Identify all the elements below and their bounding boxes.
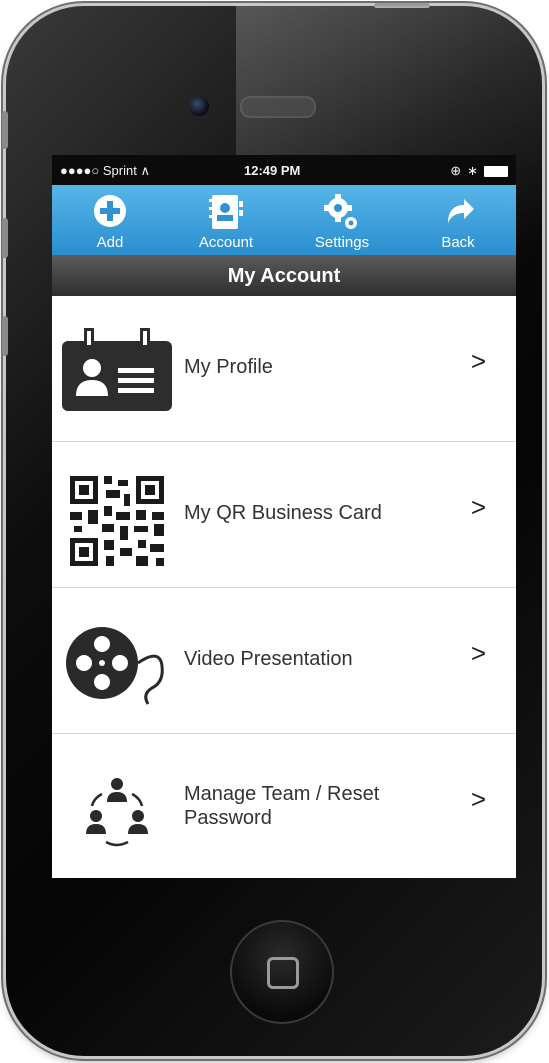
add-circle-icon xyxy=(94,195,126,227)
menu-item-label: My Profile xyxy=(184,356,273,378)
menu-item-video-presentation[interactable]: Video Presentation > xyxy=(52,588,516,734)
add-label: Add xyxy=(96,234,124,251)
page-title: My Account xyxy=(52,256,516,296)
add-button[interactable]: Add xyxy=(55,185,165,255)
gears-icon xyxy=(324,194,357,229)
power-button xyxy=(374,3,430,8)
film-reel-icon xyxy=(66,627,164,705)
status-bar: ●●●●○ Sprint ∧ 12:49 PM ⊕ ∗ xyxy=(52,155,516,185)
app-screen: ●●●●○ Sprint ∧ 12:49 PM ⊕ ∗ Add Account … xyxy=(52,155,516,878)
account-button[interactable]: Account xyxy=(171,185,281,255)
home-button[interactable] xyxy=(230,920,334,1024)
earpiece-speaker xyxy=(240,96,316,118)
id-card-icon xyxy=(62,328,172,411)
back-label: Back xyxy=(441,234,475,251)
address-book-icon xyxy=(209,195,243,229)
status-time: 12:49 PM xyxy=(244,163,301,178)
menu-item-my-profile[interactable]: My Profile > xyxy=(52,296,516,442)
mute-switch xyxy=(2,111,8,149)
volume-up-button xyxy=(2,218,8,258)
settings-label: Settings xyxy=(314,234,370,251)
qr-code-icon xyxy=(70,476,164,566)
bluetooth-icon: ∗ xyxy=(467,163,478,178)
back-button[interactable]: Back xyxy=(403,185,513,255)
menu-item-label: My QR Business Card xyxy=(184,502,382,524)
lock-rotation-icon: ⊕ xyxy=(450,163,462,178)
settings-button[interactable]: Settings xyxy=(287,185,397,255)
chevron-right-icon: > xyxy=(470,346,486,376)
back-arrow-icon xyxy=(448,199,474,223)
volume-down-button xyxy=(2,316,8,356)
team-icon xyxy=(86,778,148,847)
chevron-right-icon: > xyxy=(470,784,486,814)
menu-item-label: Video Presentation xyxy=(184,648,353,670)
top-toolbar: Add Account Settings Back xyxy=(52,185,516,256)
carrier-label: ●●●●○ Sprint ∧ xyxy=(60,163,150,178)
menu-item-label: Manage Team / Reset Password xyxy=(184,783,380,829)
menu-item-qr-business-card[interactable]: My QR Business Card > xyxy=(52,442,516,588)
account-label: Account xyxy=(198,234,254,251)
menu-item-manage-team[interactable]: Manage Team / Reset Password > xyxy=(52,734,516,878)
chevron-right-icon: > xyxy=(470,638,486,668)
front-camera xyxy=(189,96,209,116)
chevron-right-icon: > xyxy=(470,492,486,522)
account-menu: My Profile > My QR Business Card > Video… xyxy=(52,296,516,878)
status-icons: ⊕ ∗ xyxy=(450,163,508,179)
home-square-icon xyxy=(267,957,299,989)
battery-icon xyxy=(484,165,508,177)
